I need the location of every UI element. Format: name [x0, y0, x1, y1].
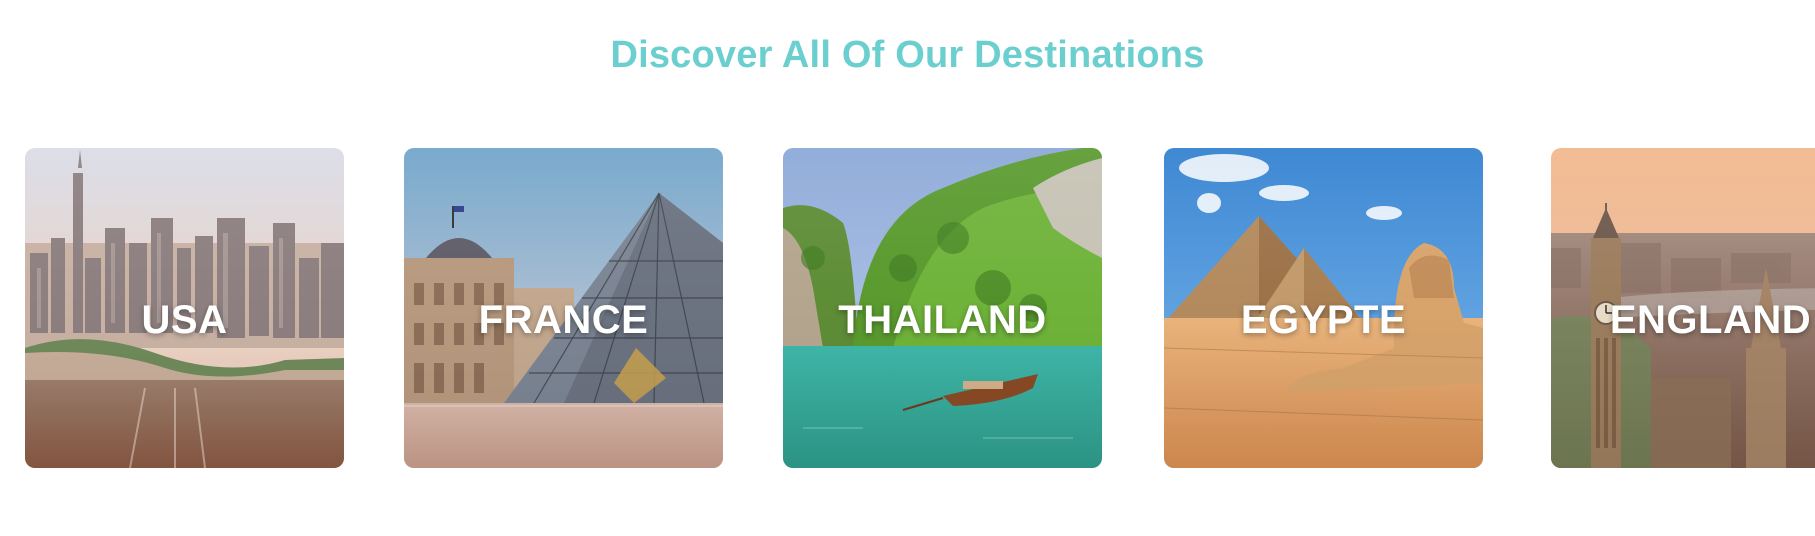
destination-card-france[interactable]: FRANCE	[404, 148, 723, 468]
destination-card-thailand[interactable]: THAILAND	[783, 148, 1102, 468]
destination-label: FRANCE	[478, 298, 649, 342]
section-title: Discover All Of Our Destinations	[610, 34, 1205, 76]
destination-card-england[interactable]: ENGLAND	[1551, 148, 1815, 468]
destinations-carousel: USA FRANCE THAILAND EGYPTE ENGLAND	[25, 148, 1815, 468]
destination-card-egypte[interactable]: EGYPTE	[1164, 148, 1483, 468]
destination-label: USA	[141, 298, 228, 342]
destinations-section: Discover All Of Our Destinations USA FRA…	[0, 0, 1815, 536]
destination-label: THAILAND	[838, 298, 1047, 342]
destination-label: EGYPTE	[1240, 298, 1407, 342]
destination-label: ENGLAND	[1609, 298, 1812, 342]
destination-card-usa[interactable]: USA	[25, 148, 344, 468]
